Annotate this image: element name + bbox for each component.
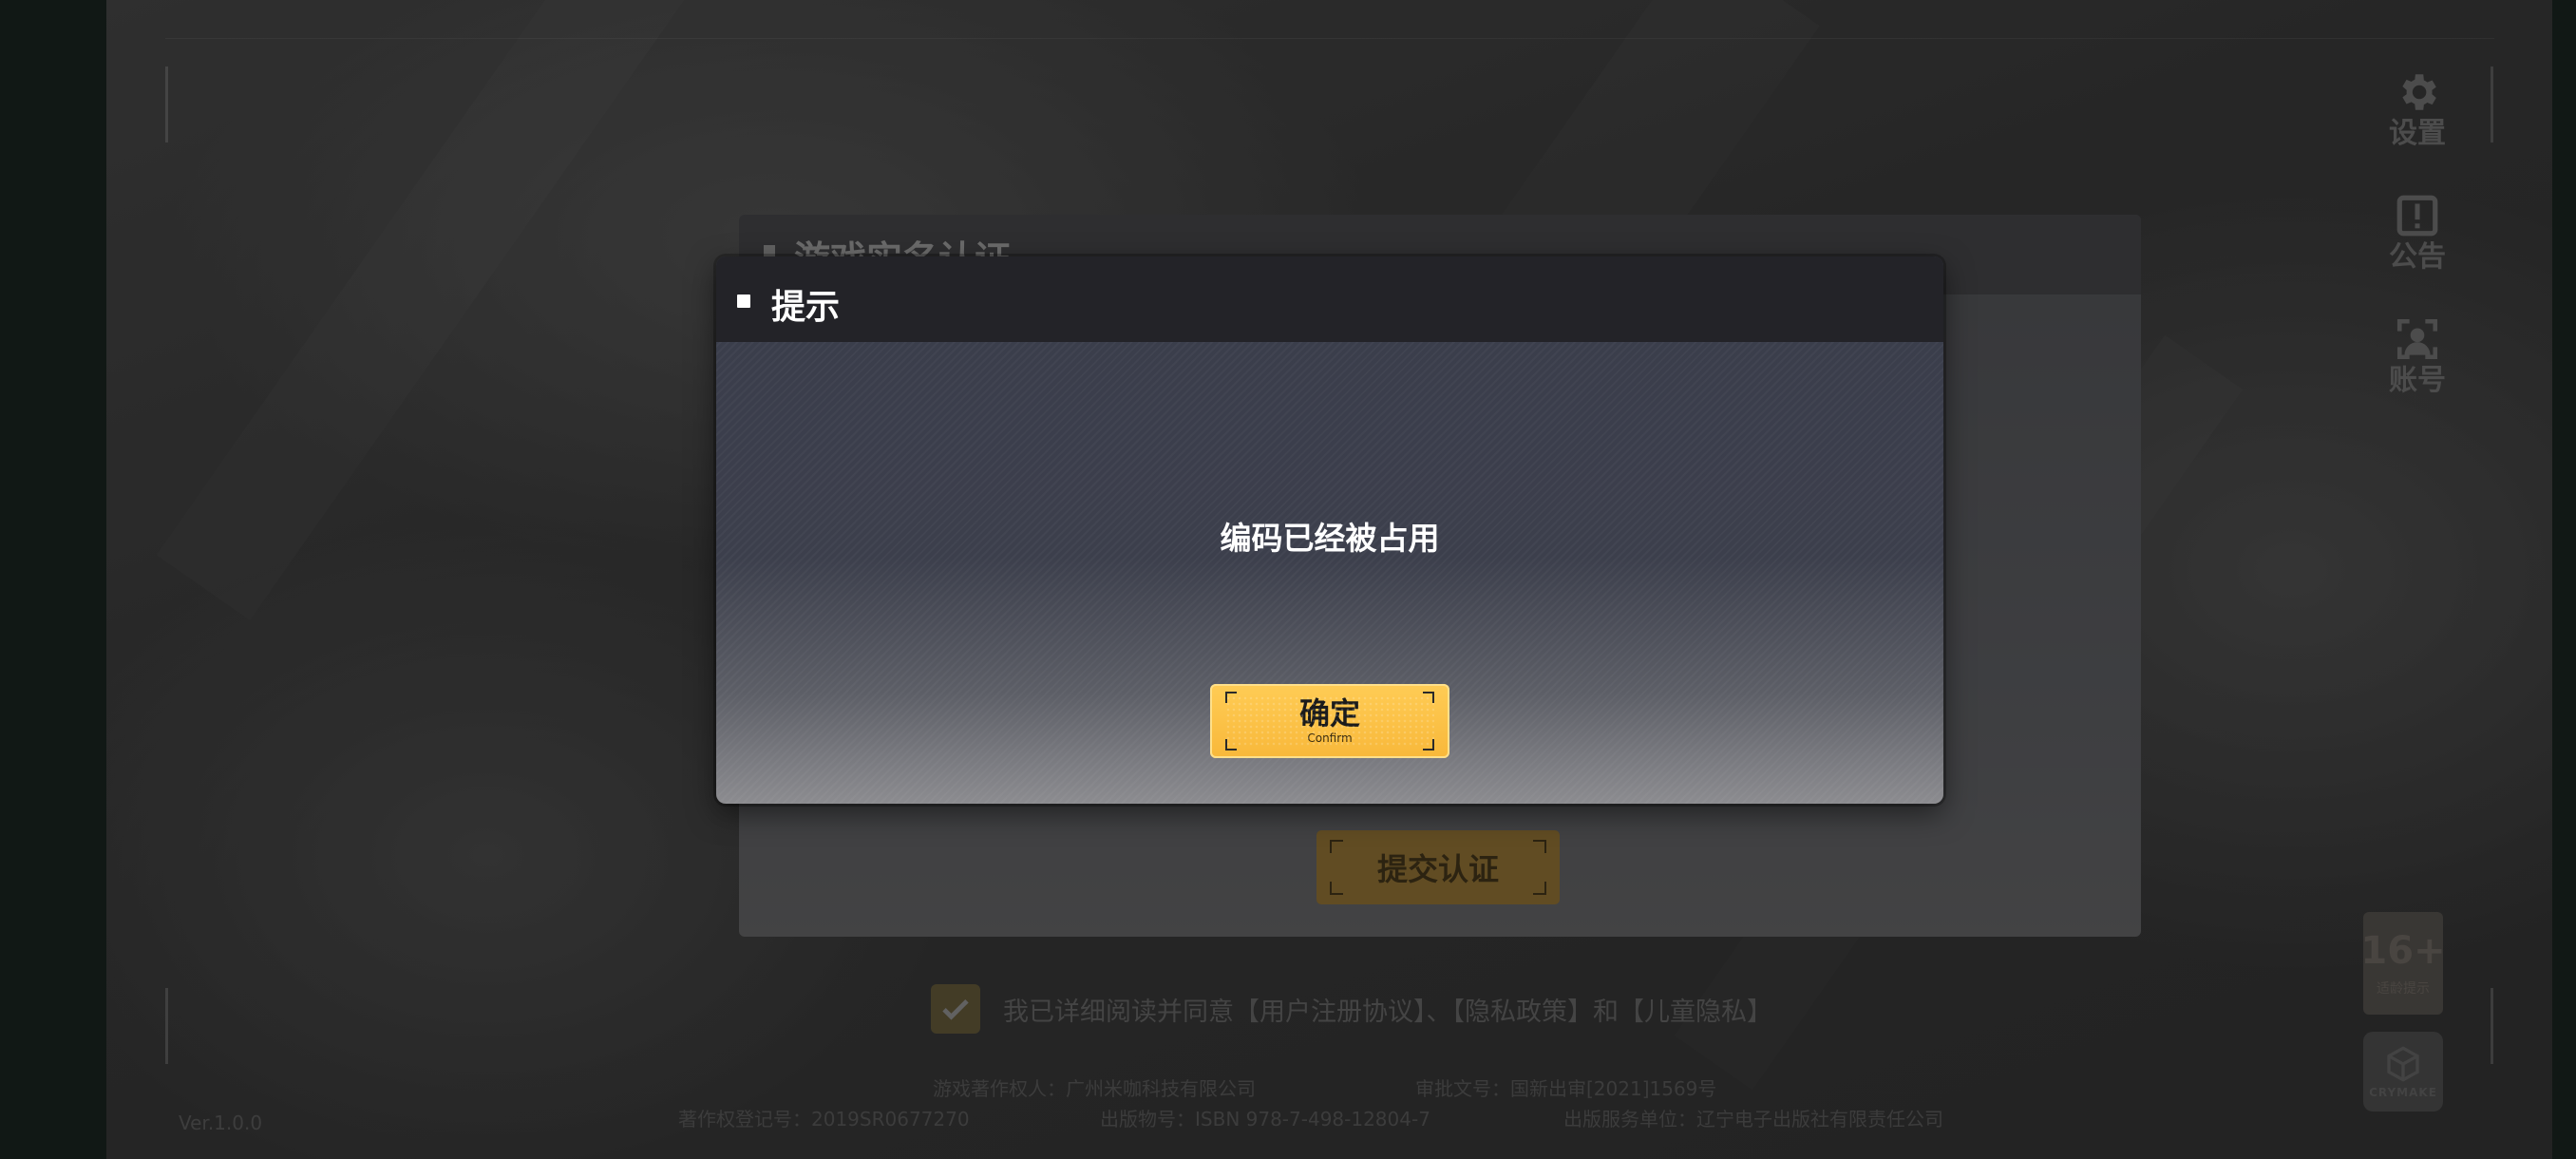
confirm-sublabel: Confirm (1307, 732, 1353, 745)
alert-dialog: 提示 编码已经被占用 确定 Confirm (716, 256, 1943, 804)
corner-mark (1225, 739, 1237, 750)
corner-mark (1423, 692, 1434, 703)
confirm-label: 确定 (1298, 695, 1360, 732)
dialog-message: 编码已经被占用 (1220, 520, 1440, 557)
corner-mark (1423, 739, 1434, 750)
dialog-header: 提示 (716, 256, 1943, 342)
confirm-button[interactable]: 确定 Confirm (1210, 684, 1449, 758)
dialog-title: 提示 (771, 288, 841, 327)
corner-mark (1225, 692, 1237, 703)
header-square-icon (737, 294, 750, 308)
